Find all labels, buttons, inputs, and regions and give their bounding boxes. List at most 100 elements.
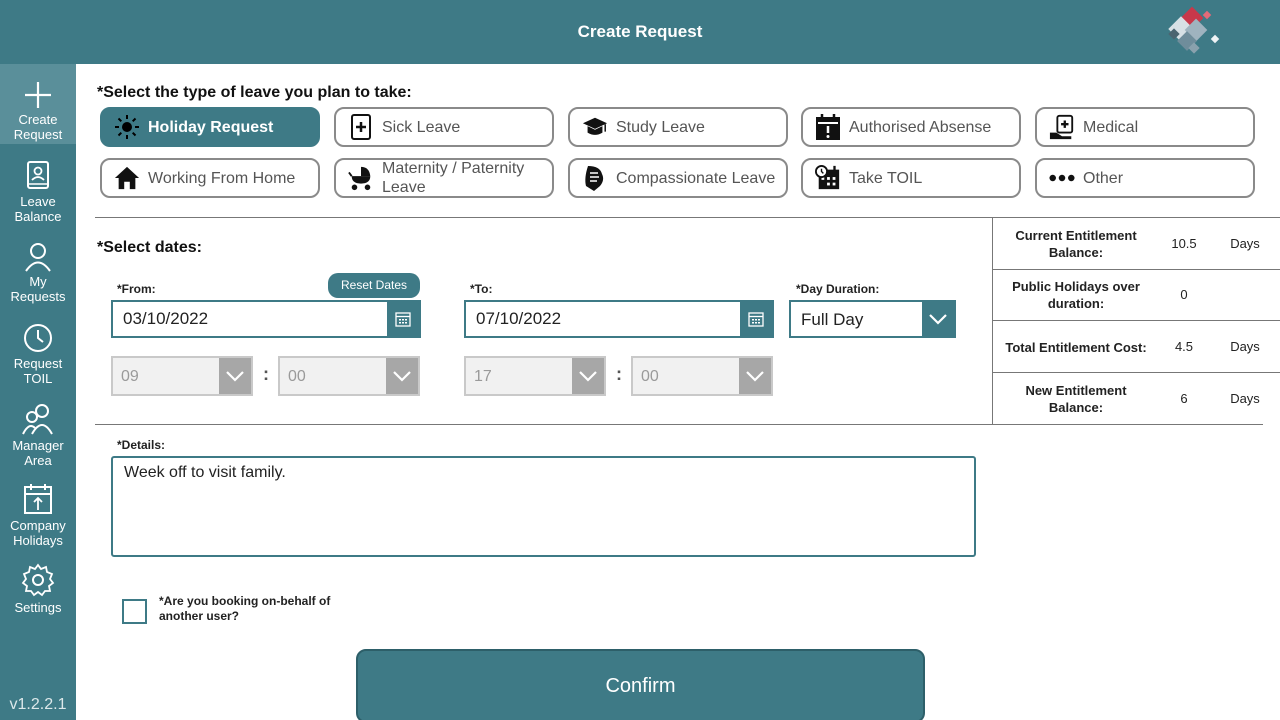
sidebar-item-settings[interactable]: Settings	[0, 562, 76, 615]
graduation-cap-icon	[582, 114, 608, 140]
dates-heading: *Select dates:	[97, 239, 202, 256]
leave-option-label: Authorised Absense	[849, 118, 992, 136]
time-separator: :	[616, 364, 622, 384]
leave-option-working-from-home[interactable]: Working From Home	[100, 158, 320, 198]
details-textarea[interactable]: Week off to visit family.	[111, 456, 976, 557]
entitlement-row: Total Entitlement Cost: 4.5 Days	[993, 321, 1280, 373]
day-duration-select[interactable]: Full Day	[789, 300, 956, 338]
calendar-alert-icon	[815, 114, 841, 140]
header-bar: Create Request	[0, 0, 1280, 64]
from-minute-value: 00	[288, 368, 306, 385]
leave-option-authorised-absense[interactable]: Authorised Absense	[801, 107, 1021, 147]
clock-icon	[24, 324, 52, 352]
calendar-picker-icon[interactable]	[740, 302, 772, 336]
hands-icon	[582, 165, 608, 191]
details-label: *Details:	[117, 438, 166, 452]
leave-option-medical[interactable]: Medical	[1035, 107, 1255, 147]
chevron-down-icon	[572, 358, 604, 394]
on-behalf-label: *Are you booking on-behalf of another us…	[159, 594, 331, 623]
to-hour-value: 17	[474, 368, 492, 385]
chevron-down-icon	[739, 358, 771, 394]
users-icon	[22, 404, 53, 435]
from-date-label: *From:	[117, 282, 156, 296]
leave-option-other[interactable]: Other	[1035, 158, 1255, 198]
sidebar-item-label: Request	[13, 356, 63, 371]
sidebar-item-label: Leave	[20, 194, 56, 209]
sidebar-item-label: My	[29, 274, 47, 289]
sidebar-item-leave-balance[interactable]: Leave Balance	[0, 160, 76, 224]
medical-book-icon	[348, 114, 374, 140]
details-text: Week off to visit family.	[124, 464, 286, 481]
leave-option-maternity-paternity-leave[interactable]: Maternity / Paternity Leave	[334, 158, 554, 198]
divider	[95, 424, 1263, 425]
sidebar-item-my-requests[interactable]: My Requests	[0, 242, 76, 304]
entitlement-value: 10.5	[1171, 236, 1197, 251]
entitlement-unit: Days	[1230, 236, 1260, 251]
sidebar-item-company-holidays[interactable]: Company Holidays	[0, 482, 76, 548]
from-date-value: 03/10/2022	[123, 309, 209, 328]
sidebar-item-label: TOIL	[23, 371, 53, 386]
day-duration-value: Full Day	[801, 310, 864, 329]
leave-type-heading: *Select the type of leave you plan to ta…	[97, 84, 412, 101]
house-icon	[114, 165, 140, 191]
sun-icon	[114, 114, 140, 140]
entitlement-row: New Entitlement Balance: 6 Days	[993, 373, 1280, 424]
page-title: Create Request	[577, 22, 703, 41]
sidebar-item-label: Create	[18, 112, 58, 127]
calendar-icon	[24, 484, 52, 514]
book-icon	[27, 161, 49, 189]
to-minute-value: 00	[641, 368, 659, 385]
chevron-down-icon	[922, 302, 954, 336]
chevron-down-icon	[386, 358, 418, 394]
entitlement-label: Public Holidays over duration:	[1012, 279, 1140, 311]
user-icon	[25, 243, 51, 272]
leave-option-holiday-request[interactable]: Holiday Request	[100, 107, 320, 147]
calendar-clock-icon	[815, 165, 841, 191]
medical-kit-icon	[1049, 114, 1075, 140]
leave-option-label: Other	[1083, 169, 1124, 187]
sidebar: Create Request Leave Balance My Requests…	[0, 64, 76, 720]
entitlement-value: 0	[1180, 287, 1188, 302]
leave-option-compassionate-leave[interactable]: Compassionate Leave	[568, 158, 788, 198]
sidebar-item-manager-area[interactable]: Manager Area	[0, 402, 76, 468]
on-behalf-checkbox[interactable]	[122, 599, 147, 624]
to-hour-select[interactable]: 17	[464, 356, 606, 396]
entitlement-unit: Days	[1230, 339, 1260, 354]
leave-option-sick-leave[interactable]: Sick Leave	[334, 107, 554, 147]
gear-icon	[21, 563, 55, 597]
to-minute-select[interactable]: 00	[631, 356, 773, 396]
entitlement-label: Current Entitlement Balance:	[1015, 228, 1137, 260]
to-date-label: *To:	[470, 282, 493, 296]
entitlement-unit: Days	[1230, 391, 1260, 406]
entitlement-row: Current Entitlement Balance: 10.5 Days	[993, 218, 1280, 270]
sidebar-item-label: Manager	[12, 438, 64, 453]
sidebar-item-label: Balance	[14, 209, 62, 224]
sidebar-item-request-toil[interactable]: Request TOIL	[0, 322, 76, 386]
stroller-icon	[348, 165, 374, 191]
sidebar-item-label: Request	[13, 127, 63, 142]
plus-icon	[25, 82, 51, 108]
time-separator: :	[263, 364, 269, 384]
sidebar-item-label: Holidays	[13, 533, 63, 548]
from-date-field[interactable]: 03/10/2022	[111, 300, 421, 338]
from-hour-select[interactable]: 09	[111, 356, 253, 396]
reset-dates-button[interactable]: Reset Dates	[328, 273, 420, 298]
entitlement-label: New Entitlement Balance:	[1025, 383, 1127, 415]
day-duration-label: *Day Duration:	[796, 282, 880, 296]
to-date-field[interactable]: 07/10/2022	[464, 300, 774, 338]
confirm-button[interactable]: Confirm	[356, 649, 925, 720]
entitlement-label: Total Entitlement Cost:	[1005, 340, 1147, 355]
leave-option-study-leave[interactable]: Study Leave	[568, 107, 788, 147]
leave-option-label: Working From Home	[148, 169, 296, 187]
leave-option-take-toil[interactable]: Take TOIL	[801, 158, 1021, 198]
sidebar-item-create-request[interactable]: Create Request	[0, 64, 76, 144]
sidebar-item-label: Settings	[14, 600, 62, 615]
calendar-picker-icon[interactable]	[387, 302, 419, 336]
entitlement-value: 6	[1180, 391, 1188, 406]
entitlement-row: Public Holidays over duration: 0	[993, 270, 1280, 321]
leave-option-label: Sick Leave	[382, 118, 461, 136]
leave-option-label: Maternity / Paternity Leave	[382, 160, 525, 196]
leave-option-label: Take TOIL	[849, 169, 923, 187]
sidebar-item-label: Area	[24, 453, 52, 468]
from-minute-select[interactable]: 00	[278, 356, 420, 396]
